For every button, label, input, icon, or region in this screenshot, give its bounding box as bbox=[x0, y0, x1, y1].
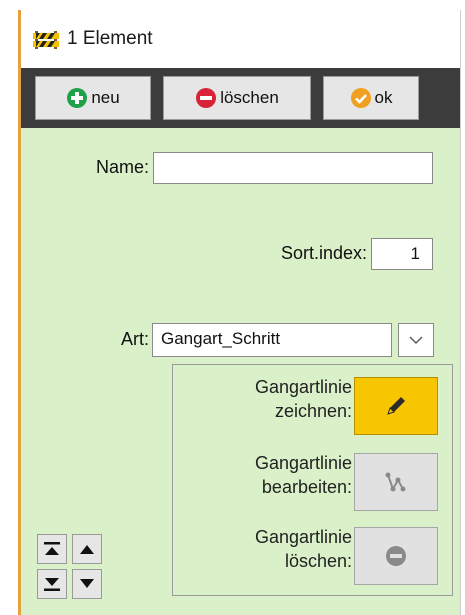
toolbar: neu löschen ok bbox=[21, 68, 460, 128]
chevron-down-icon bbox=[409, 336, 423, 344]
name-input[interactable] bbox=[153, 152, 433, 184]
delete-button[interactable]: löschen bbox=[163, 76, 311, 120]
move-to-bottom-button[interactable] bbox=[37, 569, 67, 599]
arrow-up-icon bbox=[80, 545, 94, 554]
check-circle-icon bbox=[350, 88, 371, 108]
type-select[interactable]: Gangart_Schritt bbox=[152, 323, 392, 357]
edit-line-button[interactable] bbox=[354, 453, 438, 511]
sort-index-label: Sort.index: bbox=[280, 243, 367, 263]
delete-line-label: Gangartlinie löschen: bbox=[254, 527, 352, 571]
plus-circle-icon bbox=[67, 88, 88, 108]
new-button[interactable]: neu bbox=[35, 76, 151, 120]
move-top-icon bbox=[44, 542, 60, 555]
arrow-down-icon bbox=[80, 579, 94, 588]
type-label: Art: bbox=[120, 329, 149, 349]
name-label: Name: bbox=[95, 157, 149, 177]
new-button-label: neu bbox=[91, 88, 120, 107]
title-bar: 1 Element bbox=[21, 10, 460, 68]
element-window: 1 Element neu löschen ok Name: Sort.inde… bbox=[18, 10, 460, 615]
ok-button[interactable]: ok bbox=[323, 76, 419, 120]
walk-line-panel: Gangartlinie zeichnen: Gangartlinie bear… bbox=[172, 364, 453, 596]
window-title: 1 Element bbox=[67, 28, 153, 49]
move-to-top-button[interactable] bbox=[37, 534, 67, 564]
minus-circle-icon bbox=[196, 88, 217, 108]
type-dropdown-button[interactable] bbox=[398, 323, 434, 357]
move-up-button[interactable] bbox=[72, 534, 102, 564]
move-bottom-icon bbox=[44, 578, 60, 591]
edit-line-label: Gangartlinie bearbeiten: bbox=[254, 453, 352, 497]
barrier-icon bbox=[33, 31, 59, 49]
delete-line-button[interactable] bbox=[354, 527, 438, 585]
delete-button-label: löschen bbox=[220, 88, 279, 107]
draw-line-label: Gangartlinie zeichnen: bbox=[254, 377, 352, 421]
sort-index-input[interactable]: 1 bbox=[371, 238, 433, 270]
ok-button-label: ok bbox=[374, 88, 393, 107]
draw-line-button[interactable] bbox=[354, 377, 438, 435]
minus-circle-icon bbox=[386, 546, 406, 566]
pencil-icon bbox=[387, 397, 405, 415]
move-down-button[interactable] bbox=[72, 569, 102, 599]
edit-path-icon bbox=[385, 472, 406, 492]
form-area: Name: Sort.index: 1 Art: Gangart_Schritt… bbox=[21, 128, 460, 615]
